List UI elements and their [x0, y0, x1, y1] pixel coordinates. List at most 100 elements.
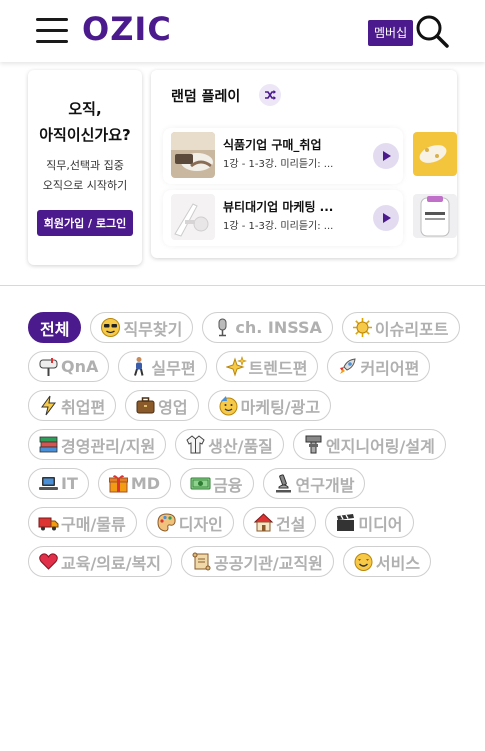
login-subtitle-line2: 오직으로 시작하기 — [42, 179, 128, 192]
membership-button[interactable]: 멤버십 — [368, 20, 414, 46]
chip-label: 공공기관/교직원 — [214, 553, 323, 573]
category-chip-inssa[interactable]: ch. INSSA — [202, 312, 333, 343]
category-chip-public[interactable]: 공공기관/교직원 — [181, 546, 334, 577]
category-chip-trend[interactable]: 트렌드편 — [215, 351, 319, 382]
category-chip-production[interactable]: 생산/품질 — [175, 429, 284, 460]
chip-label: 트렌드편 — [248, 358, 308, 378]
lab-coat-icon — [185, 434, 206, 455]
chip-label: 취업편 — [61, 397, 106, 417]
next-thumbnail-peek[interactable] — [413, 132, 457, 176]
chip-label: 생산/품질 — [208, 436, 273, 456]
chip-label: ch. INSSA — [235, 318, 322, 337]
chip-label: IT — [61, 474, 78, 493]
gift-icon — [108, 473, 129, 494]
category-chip-sales[interactable]: 영업 — [125, 390, 199, 421]
chip-label: QnA — [61, 357, 99, 376]
category-chip-media[interactable]: 미디어 — [325, 507, 414, 538]
chip-label: 서비스 — [375, 553, 421, 573]
chip-label: 엔지니어링/설계 — [325, 436, 435, 456]
chip-label: MD — [130, 474, 161, 493]
category-chip-qna[interactable]: QnA — [28, 351, 110, 382]
signup-login-button[interactable]: 회원가입 / 로그인 — [36, 210, 134, 236]
microphone-icon — [212, 317, 233, 338]
play-icon[interactable] — [373, 143, 399, 169]
menu-icon[interactable] — [36, 16, 68, 44]
login-promo-card: 오직, 아직이신가요? 직무,선택과 집중 오직으로 시작하기 회원가입 / 로… — [28, 70, 142, 265]
sun-icon — [352, 317, 373, 338]
category-chip-all[interactable]: 전체 — [28, 312, 82, 343]
random-play-item[interactable]: 뷰티대기업 마케팅 ... 1강 - 1-3강. 미리듣기: ... — [163, 190, 403, 246]
chip-label: 이슈리포트 — [374, 319, 449, 339]
category-filter-list: 전체 직무찾기 ch. INSSA 이슈리포트 QnA 실무편 트렌드편 커리어… — [28, 312, 468, 577]
ozic-logo[interactable]: OZIC — [82, 10, 172, 48]
chip-label: 미디어 — [358, 514, 403, 534]
chip-label: 구매/물류 — [61, 514, 126, 534]
chip-label: 마케팅/광고 — [240, 397, 321, 417]
login-subtitle-line1: 직무,선택과 집중 — [46, 159, 124, 172]
category-chip-issue-report[interactable]: 이슈리포트 — [341, 312, 460, 343]
lightning-icon — [38, 395, 59, 416]
clapper-icon — [335, 512, 356, 533]
chip-label: 교육/의료/복지 — [61, 553, 162, 573]
random-play-card: 랜덤 플레이 식품기업 구매_취업 1강 - 1-3강. 미리듣기: ... 뷰… — [151, 70, 457, 258]
category-chip-service[interactable]: 서비스 — [342, 546, 432, 577]
money-icon — [190, 473, 211, 494]
rocket-icon — [337, 356, 358, 377]
person-walking-icon — [128, 356, 149, 377]
lecture-thumbnail-beauty — [171, 194, 215, 240]
login-title-line2: 아직이신가요? — [39, 126, 131, 144]
category-chip-research[interactable]: 연구개발 — [262, 468, 366, 499]
category-chip-education[interactable]: 교육/의료/복지 — [28, 546, 173, 577]
briefcase-icon — [135, 395, 156, 416]
microscope-icon — [273, 473, 294, 494]
lecture-subtitle: 1강 - 1-3강. 미리듣기: ... — [223, 221, 334, 232]
category-chip-md[interactable]: MD — [97, 468, 172, 499]
section-divider — [0, 285, 485, 286]
random-play-title: 랜덤 플레이 — [171, 89, 241, 105]
sparkles-icon — [225, 356, 247, 377]
heart-icon — [38, 551, 59, 572]
play-icon[interactable] — [373, 205, 399, 231]
chip-label: 경영관리/지원 — [61, 436, 156, 456]
login-title-line1: 오직, — [68, 100, 102, 118]
chip-label: 금융 — [213, 475, 243, 495]
sunglasses-smiley-icon — [100, 317, 121, 338]
category-chip-management[interactable]: 경영관리/지원 — [28, 429, 167, 460]
next-thumbnail-peek[interactable] — [413, 194, 457, 238]
palette-icon — [156, 512, 177, 533]
chip-label: 건설 — [275, 514, 306, 534]
category-chip-engineering[interactable]: 엔지니어링/설계 — [292, 429, 446, 460]
chip-label: 전체 — [40, 319, 70, 339]
chip-label: 영업 — [158, 397, 188, 417]
login-subtitle: 직무,선택과 집중 오직으로 시작하기 — [28, 156, 142, 196]
house-icon — [253, 512, 274, 533]
lecture-thumbnail-food — [171, 132, 215, 178]
chip-label: 직무찾기 — [123, 319, 183, 339]
category-chip-it[interactable]: IT — [28, 468, 89, 499]
category-chip-finance[interactable]: 금융 — [180, 468, 254, 499]
category-chip-practice[interactable]: 실무편 — [118, 351, 207, 382]
shuffle-icon[interactable] — [259, 84, 281, 106]
search-icon[interactable] — [414, 13, 450, 49]
category-chip-career[interactable]: 커리어편 — [327, 351, 431, 382]
top-header: OZIC 멤버십 — [0, 0, 485, 62]
chip-label: 실무편 — [151, 358, 196, 378]
category-chip-purchasing[interactable]: 구매/물류 — [28, 507, 137, 538]
random-play-item[interactable]: 식품기업 구매_취업 1강 - 1-3강. 미리듣기: ... — [163, 128, 403, 184]
laptop-icon — [38, 473, 59, 494]
category-chip-employment[interactable]: 취업편 — [28, 390, 117, 421]
lecture-title: 뷰티대기업 마케팅 ... — [223, 200, 334, 214]
chip-label: 커리어편 — [360, 358, 420, 378]
scroll-icon — [191, 551, 212, 572]
lecture-subtitle: 1강 - 1-3강. 미리듣기: ... — [223, 159, 334, 170]
category-chip-marketing[interactable]: 마케팅/광고 — [207, 390, 332, 421]
login-title: 오직, 아직이신가요? — [28, 96, 142, 148]
category-chip-job-finder[interactable]: 직무찾기 — [90, 312, 194, 343]
chip-label: 연구개발 — [295, 475, 355, 495]
books-icon — [38, 434, 59, 455]
party-face-icon — [218, 395, 239, 416]
tool-icon — [303, 434, 324, 455]
mailbox-icon — [38, 356, 59, 377]
category-chip-construction[interactable]: 건설 — [242, 507, 317, 538]
category-chip-design[interactable]: 디자인 — [145, 507, 234, 538]
